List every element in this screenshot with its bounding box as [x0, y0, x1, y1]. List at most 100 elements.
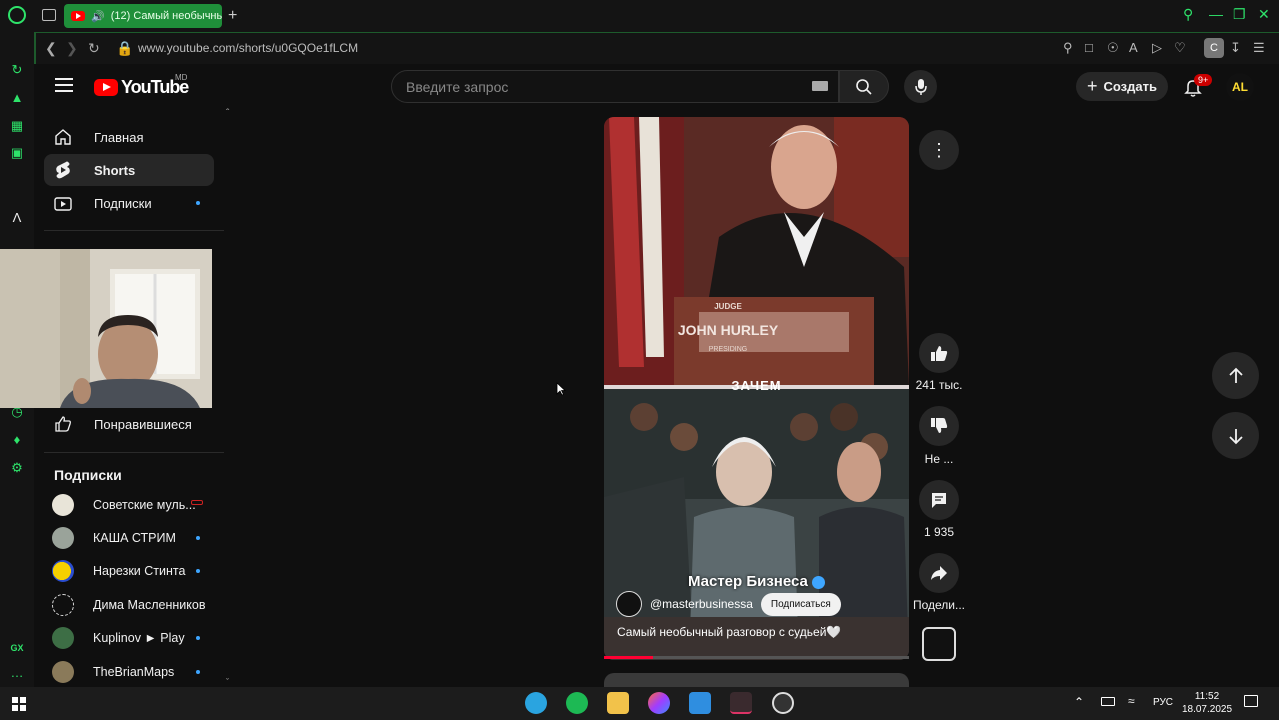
guide-scroll-down-icon[interactable]: ˇ — [226, 677, 229, 687]
forward-icon[interactable]: ❯ — [66, 40, 78, 57]
extensions-icon[interactable]: ♦ — [9, 432, 25, 448]
windows-start-icon[interactable] — [12, 697, 26, 716]
subscribe-button[interactable]: Подписаться — [760, 592, 841, 616]
translate-icon[interactable]: A — [1129, 40, 1138, 55]
create-button[interactable]: + Создать — [1076, 72, 1168, 101]
heart-icon[interactable]: ♡ — [1174, 40, 1186, 56]
next-short-button[interactable] — [1212, 412, 1259, 459]
subscription-item[interactable]: TheBrianMaps — [52, 659, 174, 685]
comments-button[interactable] — [919, 480, 959, 520]
webcam-overlay — [0, 249, 212, 408]
channel-handle[interactable]: @masterbusinessa — [650, 597, 753, 611]
speaker-icon[interactable]: 🔊 — [91, 10, 105, 23]
previous-short-button[interactable] — [1212, 352, 1259, 399]
reload-icon[interactable]: ↻ — [88, 40, 100, 57]
play-icon[interactable]: ▷ — [1152, 40, 1162, 56]
new-content-dot — [196, 636, 200, 640]
guide-scroll-up-icon[interactable]: ˆ — [226, 108, 229, 119]
opera-gx-icon[interactable] — [730, 692, 752, 714]
youtube-favicon-icon — [71, 11, 85, 21]
plus-icon: + — [1087, 76, 1098, 96]
history-icon[interactable]: ↻ — [9, 62, 25, 78]
dislike-button[interactable] — [919, 406, 959, 446]
telegram-icon[interactable] — [525, 692, 547, 714]
video-progress-fill — [604, 656, 653, 659]
keyboard-icon[interactable] — [812, 81, 828, 91]
account-avatar[interactable]: AL — [1226, 73, 1254, 101]
guide-item-subscriptions[interactable]: Подписки — [44, 187, 214, 219]
like-button[interactable] — [919, 333, 959, 373]
snapshot-icon[interactable]: □ — [1085, 40, 1093, 55]
search-button[interactable] — [839, 70, 889, 103]
battery-icon[interactable] — [1101, 697, 1115, 706]
back-icon[interactable]: ❮ — [45, 40, 57, 57]
download-icon[interactable]: ↧ — [1230, 40, 1241, 56]
share-button[interactable] — [919, 553, 959, 593]
tab-islands-icon[interactable] — [42, 9, 56, 21]
search-input[interactable]: Введите запрос — [391, 70, 839, 103]
spotify-icon[interactable] — [566, 692, 588, 714]
guide-divider — [44, 452, 224, 453]
restore-button[interactable]: ❐ — [1233, 6, 1246, 23]
wifi-icon[interactable]: ≈ — [1128, 694, 1135, 708]
subscription-item[interactable]: Дима Масленников — [52, 592, 205, 618]
subscription-item[interactable]: Kuplinov ► Play — [52, 625, 185, 651]
guide-item-label: Shorts — [94, 162, 136, 178]
color-picker-app-icon[interactable] — [648, 692, 670, 714]
clock-time: 11:52 — [1194, 691, 1220, 702]
url-field[interactable]: www.youtube.com/shorts/u0GQOe1fLCM — [138, 41, 358, 55]
nameplate-judge: JUDGE — [714, 302, 742, 311]
pin-icon[interactable]: ⚲ — [1063, 40, 1073, 56]
windows-taskbar — [0, 687, 1279, 720]
close-window-button[interactable]: ✕ — [1258, 6, 1270, 23]
video-overlay-caption: ЗАЧЕМ — [731, 378, 782, 393]
subscription-item[interactable]: КАША СТРИМ — [52, 525, 176, 551]
easy-setup-icon[interactable]: ☰ — [1253, 40, 1265, 56]
opera-logo-icon[interactable] — [8, 6, 26, 24]
more-icon[interactable]: … — [9, 665, 25, 681]
video-progress-bar[interactable] — [604, 656, 909, 659]
channel-avatar[interactable] — [616, 591, 642, 617]
notifications-center-icon[interactable] — [1244, 695, 1258, 707]
gx-icon[interactable]: GX — [9, 640, 25, 656]
hamburger-menu-icon[interactable] — [55, 78, 73, 92]
channel-avatar-thumbnail[interactable] — [922, 627, 956, 661]
comment-icon — [932, 493, 946, 508]
more-options-button[interactable]: ⋮ — [919, 130, 959, 170]
messenger-icon[interactable]: ▣ — [9, 145, 25, 161]
shield-icon[interactable]: ☉ — [1107, 40, 1119, 56]
new-content-dot — [196, 569, 200, 573]
minimize-button[interactable]: — — [1209, 6, 1223, 22]
tab-title: (12) Самый необычны — [110, 10, 222, 22]
nameplate-presiding: PRESIDING — [708, 346, 748, 353]
search-tabs-icon[interactable]: ⚲ — [1183, 6, 1193, 23]
language-indicator[interactable]: РУС — [1153, 697, 1173, 708]
voice-search-button[interactable] — [904, 70, 937, 103]
settings-gear-icon[interactable]: ⚙ — [9, 460, 25, 476]
active-browser-tab[interactable]: 🔊 (12) Самый необычны — [64, 4, 222, 28]
guide-item-shorts[interactable]: Shorts — [44, 154, 214, 186]
new-content-dot — [196, 201, 200, 205]
file-explorer-icon[interactable] — [607, 692, 629, 714]
taskbar-clock[interactable]: 11:52 18.07.2025 — [1172, 690, 1242, 716]
vscode-icon[interactable] — [689, 692, 711, 714]
subscription-name: Kuplinov ► Play — [93, 631, 185, 645]
ai-aria-icon[interactable]: ▲ — [9, 90, 25, 106]
guide-item-home[interactable]: Главная — [44, 121, 214, 153]
extension-button[interactable]: C — [1204, 38, 1224, 58]
new-tab-button[interactable]: + — [228, 7, 237, 25]
video-title[interactable]: Самый необычный разговор с судьей🤍 — [617, 625, 841, 639]
subscription-item[interactable]: Советские муль... — [52, 492, 196, 518]
guide-item-liked[interactable]: Понравившиеся — [44, 408, 214, 440]
create-label: Создать — [1103, 79, 1157, 94]
mouse-cursor-icon — [556, 382, 567, 401]
subscription-name: TheBrianMaps — [93, 665, 175, 679]
tray-expand-icon[interactable]: ⌃ — [1074, 695, 1084, 709]
video-channel-name: Мастер Бизнеса — [604, 573, 909, 590]
twitch-icon[interactable]: ▦ — [9, 118, 25, 134]
obs-icon[interactable] — [772, 692, 794, 714]
clock-date: 18.07.2025 — [1181, 704, 1233, 715]
nameplate-name: JOHN HURLEY — [677, 322, 779, 338]
pinned-app-icon[interactable]: Λ — [9, 210, 25, 226]
subscription-item[interactable]: Нарезки Стинта — [52, 558, 185, 584]
